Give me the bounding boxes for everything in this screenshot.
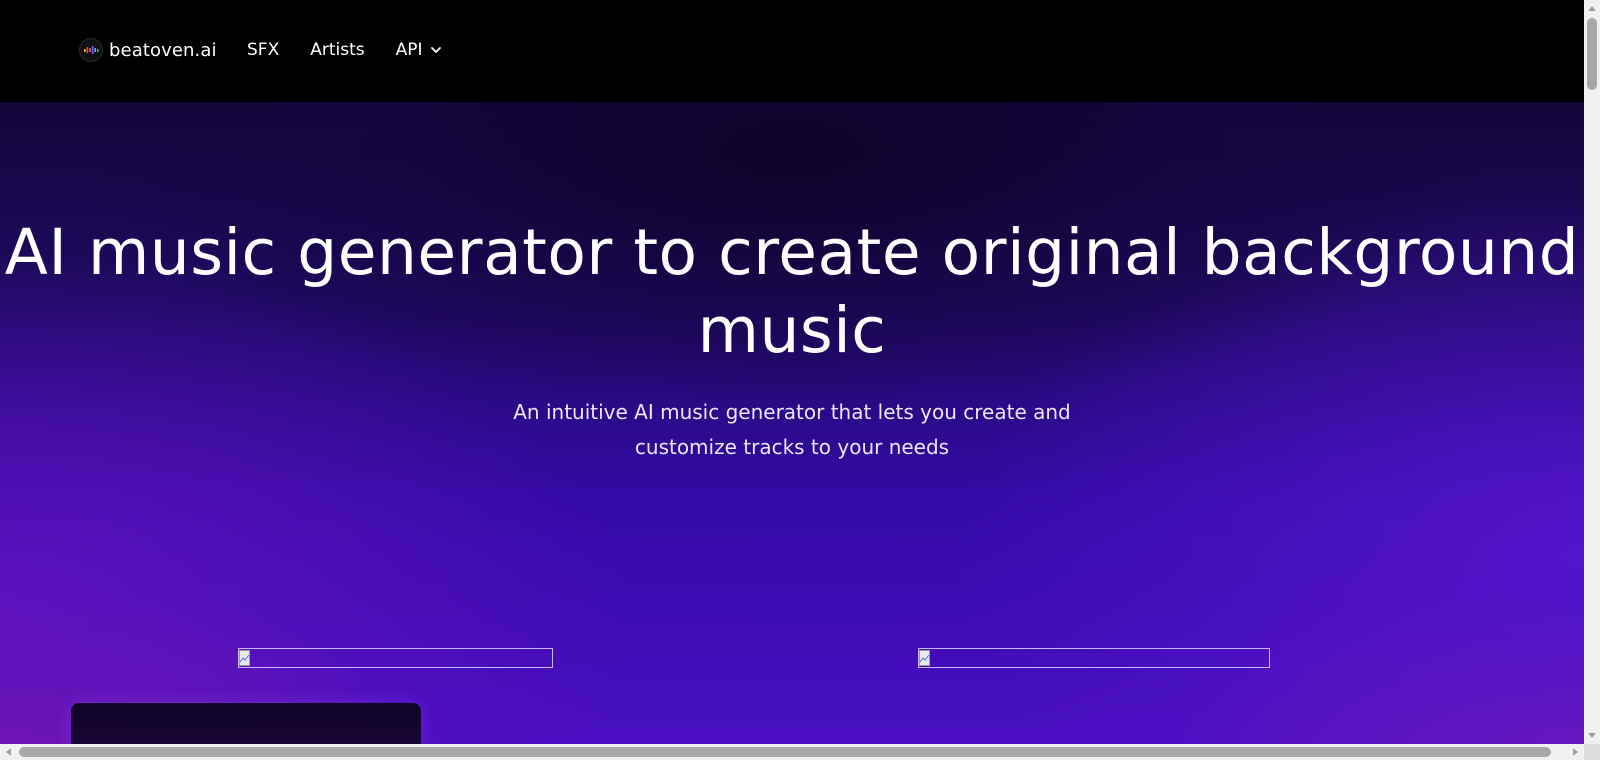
scrollbar-corner — [1584, 744, 1600, 760]
hero-title: AI music generator to create original ba… — [4, 216, 1580, 367]
horizontal-scroll-thumb[interactable] — [19, 747, 1551, 757]
broken-image-icon — [239, 650, 250, 666]
beatoven-logo-icon — [79, 38, 103, 62]
nav-item-artists[interactable]: Artists — [310, 40, 364, 60]
browser-page: beatoven.ai SFX Artists API AI music gen… — [0, 0, 1600, 760]
hero-section: AI music generator to create original ba… — [0, 102, 1584, 744]
brand-name: beatoven.ai — [109, 39, 217, 61]
nav-item-api[interactable]: API — [396, 40, 442, 60]
nav-item-label: SFX — [247, 40, 280, 60]
vertical-scrollbar[interactable] — [1584, 0, 1600, 744]
scroll-down-arrow-icon[interactable] — [1584, 728, 1600, 744]
page-viewport: beatoven.ai SFX Artists API AI music gen… — [0, 0, 1584, 744]
broken-image-icon — [919, 650, 930, 666]
main-nav: SFX Artists API — [247, 40, 442, 60]
player-card-preview — [71, 703, 421, 744]
scroll-right-arrow-icon[interactable] — [1568, 744, 1584, 760]
scroll-left-arrow-icon[interactable] — [0, 744, 16, 760]
nav-item-label: API — [395, 40, 423, 60]
broken-image-left — [238, 648, 553, 668]
nav-item-sfx[interactable]: SFX — [247, 40, 279, 60]
broken-image-right — [918, 648, 1270, 668]
horizontal-scrollbar[interactable] — [0, 744, 1584, 760]
nav-item-label: Artists — [310, 40, 365, 60]
top-navbar: beatoven.ai SFX Artists API — [0, 0, 1584, 102]
chevron-down-icon — [430, 47, 441, 53]
vertical-scroll-thumb[interactable] — [1587, 18, 1597, 90]
logo-equalizer-icon — [84, 46, 99, 54]
hero-subtitle: An intuitive AI music generator that let… — [513, 400, 1071, 459]
scroll-up-arrow-icon[interactable] — [1584, 0, 1600, 16]
brand-home-link[interactable]: beatoven.ai — [79, 38, 217, 62]
